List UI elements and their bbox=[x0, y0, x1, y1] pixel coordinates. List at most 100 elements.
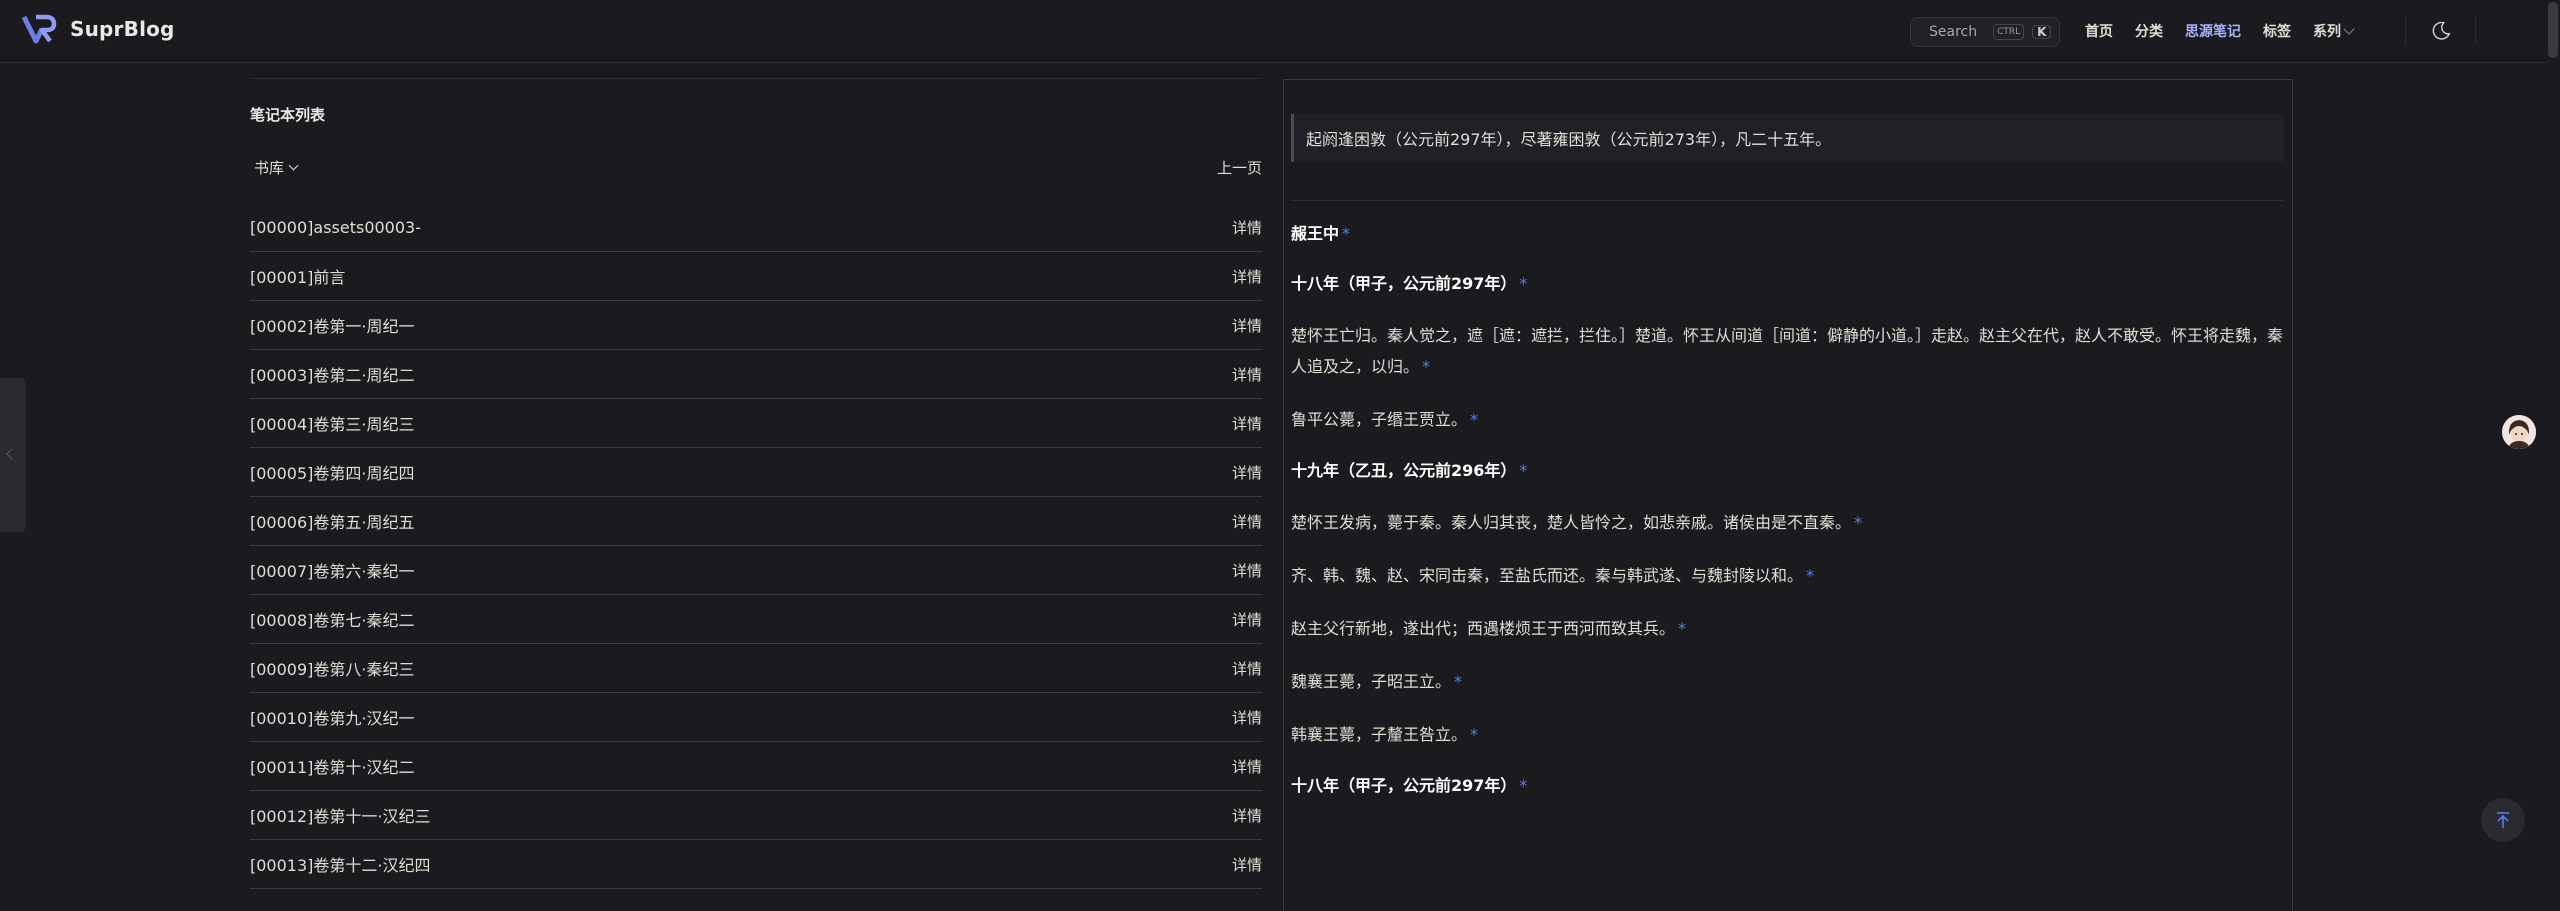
note-content-panel: 起阏逢困敦（公元前297年），尽著雍困敦（公元前273年），凡二十五年。 赧王中… bbox=[1283, 79, 2293, 911]
block-text: 赧王中 bbox=[1291, 224, 1340, 243]
detail-link[interactable]: 详情 bbox=[1232, 315, 1262, 336]
list-item: [00012]卷第十一·汉纪三 详情 bbox=[250, 791, 1262, 840]
avatar-image bbox=[2502, 415, 2536, 449]
block-text: 韩襄王薨，子釐王咎立。 bbox=[1291, 725, 1468, 744]
list-item: [00005]卷第四·周纪四 详情 bbox=[250, 448, 1262, 497]
block-ref-marker[interactable]: * bbox=[1470, 725, 1478, 744]
detail-link[interactable]: 详情 bbox=[1232, 364, 1262, 385]
block-ref-marker[interactable]: * bbox=[1519, 461, 1527, 480]
nav-item-categories[interactable]: 分类 bbox=[2135, 21, 2163, 41]
block-text: 魏襄王薨，子昭王立。 bbox=[1291, 672, 1452, 691]
paragraph: 鲁平公薨，子缗王贾立。 * bbox=[1291, 404, 2284, 435]
library-dropdown[interactable]: 书库 bbox=[254, 157, 299, 178]
block-ref-marker[interactable]: * bbox=[1470, 410, 1478, 429]
nav-item-series-label: 系列 bbox=[2313, 24, 2341, 40]
detail-link[interactable]: 详情 bbox=[1232, 217, 1262, 238]
kbd-ctrl: CTRL bbox=[1993, 24, 2025, 40]
page-scrollbar[interactable] bbox=[2546, 0, 2560, 911]
nav-item-home[interactable]: 首页 bbox=[2085, 21, 2113, 41]
block-ref-marker[interactable]: * bbox=[1854, 513, 1862, 532]
block-ref-marker[interactable]: * bbox=[1519, 776, 1527, 795]
notebook-title[interactable]: [00009]卷第八·秦纪三 bbox=[250, 656, 414, 680]
notebook-title[interactable]: [00005]卷第四·周纪四 bbox=[250, 460, 414, 484]
block-ref-marker[interactable]: * bbox=[1342, 224, 1350, 243]
avatar[interactable] bbox=[2502, 415, 2536, 449]
moon-icon[interactable] bbox=[2430, 20, 2452, 42]
detail-link[interactable]: 详情 bbox=[1232, 413, 1262, 434]
list-item: [00011]卷第十·汉纪二 详情 bbox=[250, 742, 1262, 791]
detail-link[interactable]: 详情 bbox=[1232, 707, 1262, 728]
divider bbox=[2405, 17, 2406, 45]
chevron-down-icon bbox=[2343, 23, 2355, 35]
list-item: [00010]卷第九·汉纪一 详情 bbox=[250, 693, 1262, 742]
detail-link[interactable]: 详情 bbox=[1232, 560, 1262, 581]
notebook-title[interactable]: [00007]卷第六·秦纪一 bbox=[250, 558, 414, 582]
list-item: [00013]卷第十二·汉纪四 详情 bbox=[250, 840, 1262, 889]
back-to-top-button[interactable] bbox=[2481, 798, 2525, 842]
notebook-title[interactable]: [00008]卷第七·秦纪二 bbox=[250, 607, 414, 631]
notebook-list: [00000]assets00003- 详情 [00001]前言 详情 [00002]卷… bbox=[250, 203, 1262, 889]
notebook-title[interactable]: [00011]卷第十·汉纪二 bbox=[250, 754, 414, 778]
notebook-title[interactable]: [00013]卷第十二·汉纪四 bbox=[250, 852, 430, 876]
arrow-up-icon bbox=[2497, 812, 2509, 828]
notebook-title[interactable]: [00001]前言 bbox=[250, 264, 345, 288]
detail-link[interactable]: 详情 bbox=[1232, 462, 1262, 483]
list-item: [00002]卷第一·周纪一 详情 bbox=[250, 301, 1262, 350]
list-item: [00007]卷第六·秦纪一 详情 bbox=[250, 546, 1262, 595]
paragraph: 楚怀王亡归。秦人觉之，遮［遮：遮拦，拦住。］楚道。怀王从间道［间道：僻静的小道。… bbox=[1291, 320, 2284, 382]
chevron-down-icon bbox=[288, 160, 299, 171]
nav-item-siyuan-notes[interactable]: 思源笔记 bbox=[2185, 21, 2241, 41]
notebook-title[interactable]: [00006]卷第五·周纪五 bbox=[250, 509, 414, 533]
block-ref-marker[interactable]: * bbox=[1454, 672, 1462, 691]
brand-name: SuprBlog bbox=[70, 17, 175, 41]
notebook-title[interactable]: [00012]卷第十一·汉纪三 bbox=[250, 803, 430, 827]
paragraph: 魏襄王薨，子昭王立。 * bbox=[1291, 666, 2284, 697]
detail-link[interactable]: 详情 bbox=[1232, 658, 1262, 679]
block-ref-marker[interactable]: * bbox=[1806, 566, 1814, 585]
block-text: 楚怀王亡归。秦人觉之，遮［遮：遮拦，拦住。］楚道。怀王从间道［间道：僻静的小道。… bbox=[1291, 326, 2284, 376]
list-item: [00003]卷第二·周纪二 详情 bbox=[250, 350, 1262, 399]
note-body: 赧王中 * 十八年（甲子，公元前297年） * 楚怀王亡归。秦人觉之，遮［遮：遮拦，拦住… bbox=[1291, 220, 2284, 822]
list-item: [00009]卷第八·秦纪三 详情 bbox=[250, 644, 1262, 693]
paragraph: 齐、韩、魏、赵、宋同击秦，至盐氏而还。秦与韩武遂、与魏封陵以和。 * bbox=[1291, 560, 2284, 591]
block-text: 齐、韩、魏、赵、宋同击秦，至盐氏而还。秦与韩武遂、与魏封陵以和。 bbox=[1291, 566, 1804, 585]
detail-link[interactable]: 详情 bbox=[1232, 511, 1262, 532]
detail-link[interactable]: 详情 bbox=[1232, 609, 1262, 630]
section-heading: 十九年（乙丑，公元前296年） * bbox=[1291, 457, 2284, 481]
block-text: 赵主父行新地，遂出代；西遇楼烦王于西河而致其兵。 bbox=[1291, 619, 1676, 638]
divider bbox=[250, 78, 1262, 79]
detail-link[interactable]: 详情 bbox=[1232, 756, 1262, 777]
detail-link[interactable]: 详情 bbox=[1232, 266, 1262, 287]
scrollbar-thumb[interactable] bbox=[2548, 2, 2558, 58]
notebook-title[interactable]: [00000]assets00003- bbox=[250, 218, 421, 237]
notebook-list-panel: 笔记本列表 书库 上一页 [00000]assets00003- 详情 [00001… bbox=[250, 63, 1262, 911]
block-text: 十八年（甲子，公元前297年） bbox=[1291, 776, 1517, 795]
notebook-title[interactable]: [00003]卷第二·周纪二 bbox=[250, 362, 414, 386]
notebook-title[interactable]: [00010]卷第九·汉纪一 bbox=[250, 705, 414, 729]
section-heading: 十八年（甲子，公元前297年） * bbox=[1291, 270, 2284, 294]
divider bbox=[2475, 17, 2476, 45]
notebook-title[interactable]: [00002]卷第一·周纪一 bbox=[250, 313, 414, 337]
prev-page-link[interactable]: 上一页 bbox=[1217, 157, 1262, 178]
notebook-title[interactable]: [00004]卷第三·周纪三 bbox=[250, 411, 414, 435]
list-item: [00008]卷第七·秦纪二 详情 bbox=[250, 595, 1262, 644]
list-item: [00004]卷第三·周纪三 详情 bbox=[250, 399, 1262, 448]
detail-link[interactable]: 详情 bbox=[1232, 805, 1262, 826]
brand-logo[interactable]: SuprBlog bbox=[22, 14, 175, 44]
section-heading: 赧王中 * bbox=[1291, 220, 2284, 244]
block-ref-marker[interactable]: * bbox=[1678, 619, 1686, 638]
main-nav: 首页 分类 思源笔记 标签 系列 bbox=[2085, 21, 2355, 41]
divider bbox=[1291, 200, 2284, 201]
block-text: 十八年（甲子，公元前297年） bbox=[1291, 274, 1517, 293]
block-ref-marker[interactable]: * bbox=[1422, 357, 1430, 376]
paragraph: 楚怀王发病，薨于秦。秦人归其丧，楚人皆怜之，如悲亲戚。诸侯由是不直秦。 * bbox=[1291, 507, 2284, 538]
block-text: 十九年（乙丑，公元前296年） bbox=[1291, 461, 1517, 480]
nav-item-series[interactable]: 系列 bbox=[2313, 21, 2355, 41]
nav-item-tags[interactable]: 标签 bbox=[2263, 21, 2291, 41]
detail-link[interactable]: 详情 bbox=[1232, 854, 1262, 875]
sidebar-toggle[interactable] bbox=[0, 378, 26, 532]
block-text: 鲁平公薨，子缗王贾立。 bbox=[1291, 410, 1468, 429]
search-button[interactable]: Search CTRL K bbox=[1910, 17, 2060, 47]
block-ref-marker[interactable]: * bbox=[1519, 274, 1527, 293]
top-navbar: SuprBlog Search CTRL K 首页 分类 思源笔记 标签 系列 bbox=[0, 0, 2560, 63]
